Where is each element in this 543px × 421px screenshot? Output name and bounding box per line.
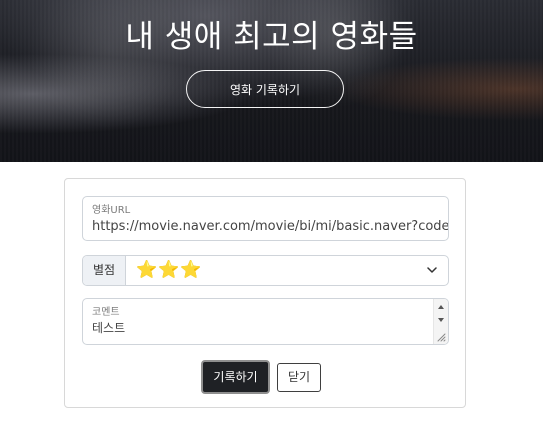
rating-select[interactable]: ⭐⭐⭐ (126, 256, 448, 285)
rating-label: 별점 (83, 256, 126, 285)
chevron-down-icon[interactable] (427, 265, 437, 275)
close-button[interactable]: 닫기 (277, 363, 321, 392)
comment-field[interactable]: 코멘트 테스트 (82, 298, 449, 345)
scroll-down-icon[interactable] (436, 315, 446, 325)
movie-form-card: 영화URL https://movie.naver.com/movie/bi/m… (64, 178, 466, 408)
rating-input-group: 별점 ⭐⭐⭐ (82, 255, 449, 286)
resize-handle-icon[interactable] (437, 333, 446, 342)
movie-url-value[interactable]: https://movie.naver.com/movie/bi/mi/basi… (92, 219, 448, 235)
hero-title: 내 생애 최고의 영화들 (125, 19, 418, 55)
submit-record-button[interactable]: 기록하기 (201, 360, 270, 394)
movie-url-label: 영화URL (92, 205, 131, 216)
record-movie-button[interactable]: 영화 기록하기 (186, 70, 344, 108)
rating-value[interactable]: ⭐⭐⭐ (136, 260, 203, 280)
movie-url-field[interactable]: 영화URL https://movie.naver.com/movie/bi/m… (82, 196, 449, 241)
comment-label: 코멘트 (92, 307, 120, 318)
comment-scrollbar[interactable] (433, 299, 448, 344)
comment-value[interactable]: 테스트 (92, 321, 431, 336)
hero-banner: 내 생애 최고의 영화들 영화 기록하기 (0, 0, 543, 162)
scroll-up-icon[interactable] (436, 302, 446, 312)
